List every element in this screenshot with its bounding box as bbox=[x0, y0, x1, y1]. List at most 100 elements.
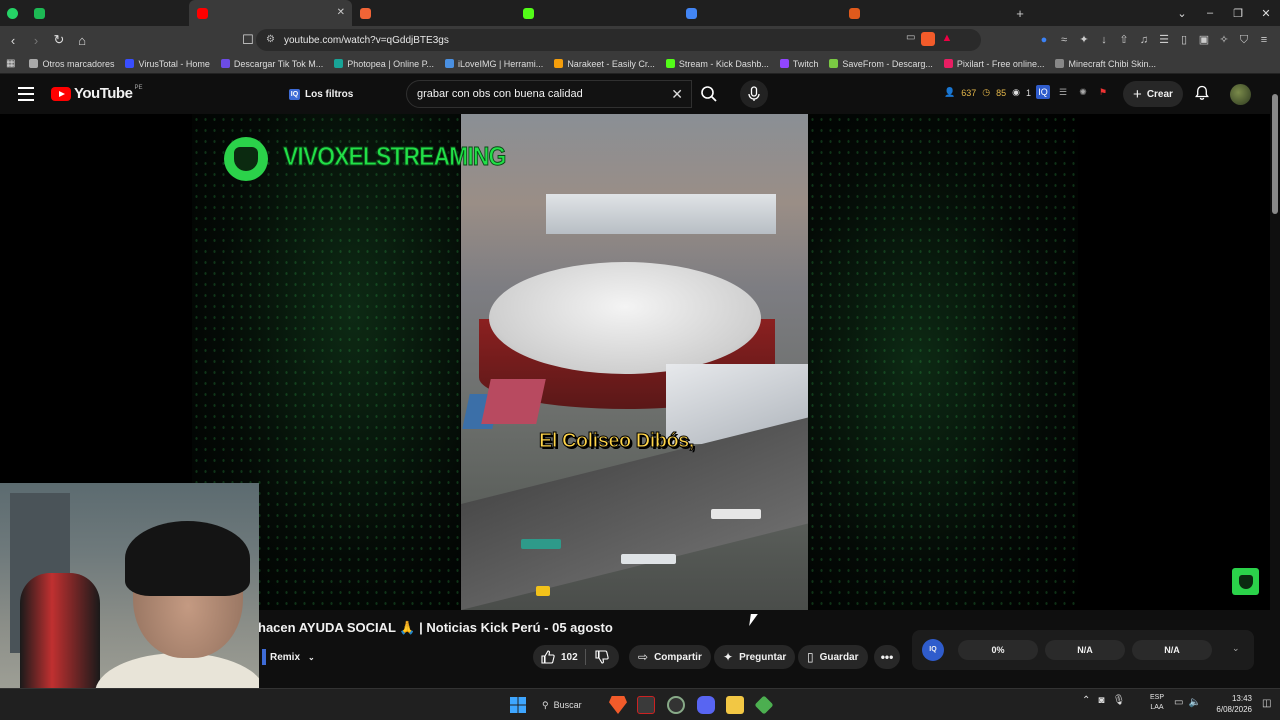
share-button[interactable]: ⇨ Compartir bbox=[629, 645, 711, 669]
browser-tab[interactable]: OptiFine Download bbox=[841, 0, 1004, 26]
bookmark-favicon-icon bbox=[943, 59, 953, 68]
video-bus bbox=[711, 509, 761, 519]
obs-icon[interactable] bbox=[667, 696, 685, 714]
browser-tab[interactable]: AnotherWorld - playlist by ApoPE | S bbox=[26, 0, 189, 26]
bookmark-item[interactable]: Pixilart - Free online... bbox=[943, 59, 1044, 69]
windows-start-icon[interactable] bbox=[509, 696, 527, 714]
hamburger-menu-icon[interactable] bbox=[18, 87, 34, 101]
extensions-puzzle-icon[interactable]: ✦ bbox=[1076, 32, 1092, 48]
search-input[interactable]: grabar con obs con buena calidad ✕ bbox=[406, 80, 692, 108]
minecraft-launcher-icon[interactable] bbox=[754, 695, 774, 715]
bookmark-item[interactable]: VirusTotal - Home bbox=[125, 59, 210, 69]
bookmark-favicon-icon bbox=[1055, 59, 1065, 68]
create-button[interactable]: + Crear bbox=[1123, 81, 1183, 107]
share-icon[interactable]: ⇧ bbox=[1116, 32, 1132, 48]
channel-watermark[interactable] bbox=[1232, 568, 1259, 595]
like-button[interactable]: 102 bbox=[533, 650, 585, 664]
voice-search-button[interactable] bbox=[740, 80, 768, 108]
bookmark-item[interactable]: Narakeet - Easily Cr... bbox=[554, 59, 655, 69]
bookmark-item[interactable]: Stream - Kick Dashb... bbox=[665, 59, 769, 69]
filter-extension-icon: IQ bbox=[289, 88, 300, 100]
alert-tool-icon[interactable]: ⚑ bbox=[1096, 85, 1110, 99]
stat-b: 85 bbox=[996, 87, 1007, 98]
extension-wave-icon[interactable]: ≈ bbox=[1056, 32, 1072, 48]
tray-overflow-icon[interactable]: ⌃ bbox=[1082, 695, 1090, 706]
download-icon[interactable]: ↓ bbox=[1096, 32, 1112, 48]
tray-mic-icon[interactable]: 🎙 bbox=[1112, 695, 1125, 706]
youtube-play-icon bbox=[51, 86, 71, 101]
site-info-icon[interactable]: ⚙ bbox=[266, 34, 275, 45]
iq-badge-icon[interactable]: IQ bbox=[922, 639, 944, 661]
reload-button[interactable]: ↻ bbox=[49, 32, 69, 48]
notifications-bell-icon[interactable] bbox=[1194, 85, 1210, 101]
clear-search-icon[interactable]: ✕ bbox=[671, 86, 683, 103]
bookmark-label: Narakeet - Easily Cr... bbox=[567, 58, 655, 69]
browser-tab[interactable]: creepyhorse.jar - Files - Minecraft Mc bbox=[352, 0, 515, 26]
url-text: youtube.com/watch?v=qGddjBTE3gs bbox=[284, 34, 449, 46]
save-label: Guardar bbox=[819, 651, 859, 663]
reading-list-icon[interactable]: ☰ bbox=[1156, 32, 1172, 48]
close-tab-icon[interactable]: ✕ bbox=[337, 7, 345, 18]
brave-shield-icon[interactable] bbox=[921, 32, 936, 46]
menu-icon[interactable]: ≡ bbox=[1256, 32, 1272, 48]
minimize-button[interactable]: – bbox=[1196, 7, 1224, 19]
browser-tab[interactable]: Google Traductor bbox=[678, 0, 841, 26]
settings-tool-icon[interactable]: ✺ bbox=[1076, 85, 1090, 99]
dislike-button[interactable] bbox=[586, 650, 618, 664]
bookmark-page-icon[interactable]: ☐ bbox=[238, 32, 258, 48]
whatsapp-icon[interactable] bbox=[0, 0, 26, 26]
bookmark-item[interactable]: Otros marcadores bbox=[29, 59, 114, 69]
cast-icon[interactable]: ▭ bbox=[906, 32, 915, 46]
account-avatar[interactable] bbox=[1230, 84, 1251, 105]
wallet-icon[interactable]: ▣ bbox=[1196, 32, 1212, 48]
extension-blue-icon[interactable]: ● bbox=[1036, 32, 1052, 48]
list-tool-icon[interactable]: ☰ bbox=[1056, 85, 1070, 99]
search-button[interactable] bbox=[692, 80, 726, 108]
iq-extension-icon[interactable]: IQ bbox=[1036, 85, 1050, 99]
header-extension-tools: IQ ☰ ✺ ⚑ bbox=[1036, 85, 1110, 99]
brave-rewards-icon[interactable]: ▲ bbox=[941, 32, 952, 46]
bookmark-item[interactable]: Descargar Tik Tok M... bbox=[220, 59, 323, 69]
youtube-logo[interactable]: YouTube PE bbox=[51, 85, 142, 102]
quick-settings[interactable]: ▭ 🔈 bbox=[1174, 697, 1201, 708]
taskbar-clock[interactable]: 13:43 6/08/2026 bbox=[1210, 693, 1252, 715]
filters-button[interactable]: IQ Los filtros bbox=[283, 83, 359, 105]
url-field[interactable]: ⚙ youtube.com/watch?v=qGddjBTE3gs bbox=[256, 29, 981, 51]
close-window-button[interactable]: ✕ bbox=[1252, 7, 1280, 20]
file-explorer-icon[interactable] bbox=[726, 696, 744, 714]
browser-tab[interactable]: ¡NUEVA FECHA para LND2✕ bbox=[189, 0, 352, 26]
metric-cell: N/A bbox=[1132, 640, 1212, 660]
tray-discord-icon[interactable]: ◙ bbox=[1098, 695, 1104, 706]
discord-icon[interactable] bbox=[697, 696, 715, 714]
sidebar-icon[interactable]: ▯ bbox=[1176, 32, 1192, 48]
taskbar-search[interactable]: ⚲ Buscar bbox=[542, 695, 582, 715]
notification-center-icon[interactable]: ◫ bbox=[1262, 698, 1271, 709]
page-scrollbar[interactable] bbox=[1270, 74, 1280, 688]
vpn-shield-icon[interactable]: ⛉ bbox=[1236, 32, 1252, 48]
windows-taskbar: ⚲ Buscar ⌃ ◙ 🎙 ESP LAA ▭ 🔈 13:43 6/08/20… bbox=[0, 688, 1280, 720]
input-language[interactable]: ESP LAA bbox=[1148, 693, 1166, 713]
ai-sparkle-icon[interactable]: ✧ bbox=[1216, 32, 1232, 48]
tab-search-icon[interactable]: ⌄ bbox=[1168, 7, 1196, 20]
forward-button[interactable]: › bbox=[26, 33, 46, 48]
bookmark-item[interactable]: Photopea | Online P... bbox=[334, 59, 434, 69]
home-icon[interactable]: ⌂ bbox=[72, 33, 92, 48]
music-icon[interactable]: ♫ bbox=[1136, 32, 1152, 48]
bookmark-item[interactable]: Twitch bbox=[779, 59, 818, 69]
stat-a: 637 bbox=[961, 87, 977, 98]
remix-button[interactable]: Remix ⌄ bbox=[262, 648, 315, 666]
save-button[interactable]: ▯ Guardar bbox=[798, 645, 868, 669]
browser-tab[interactable]: Apoton Stream - Watch Live on Kick bbox=[515, 0, 678, 26]
capcut-icon[interactable] bbox=[637, 696, 655, 714]
bookmark-item[interactable]: Minecraft Chibi Skin... bbox=[1055, 59, 1156, 69]
bookmark-item[interactable]: SaveFrom - Descarg... bbox=[829, 59, 933, 69]
apps-grid-icon[interactable]: ▦ bbox=[6, 58, 15, 69]
brave-browser-icon[interactable] bbox=[609, 696, 627, 714]
bookmark-item[interactable]: iLoveIMG | Herrami... bbox=[444, 59, 543, 69]
new-tab-button[interactable]: + bbox=[1010, 6, 1030, 21]
more-actions-button[interactable]: ••• bbox=[874, 645, 900, 669]
ask-button[interactable]: ✦ Preguntar bbox=[714, 645, 796, 669]
restore-button[interactable]: ❐ bbox=[1224, 7, 1252, 20]
back-button[interactable]: ‹ bbox=[3, 33, 23, 48]
panel-chevron-icon[interactable]: ⌄ bbox=[1232, 643, 1240, 654]
